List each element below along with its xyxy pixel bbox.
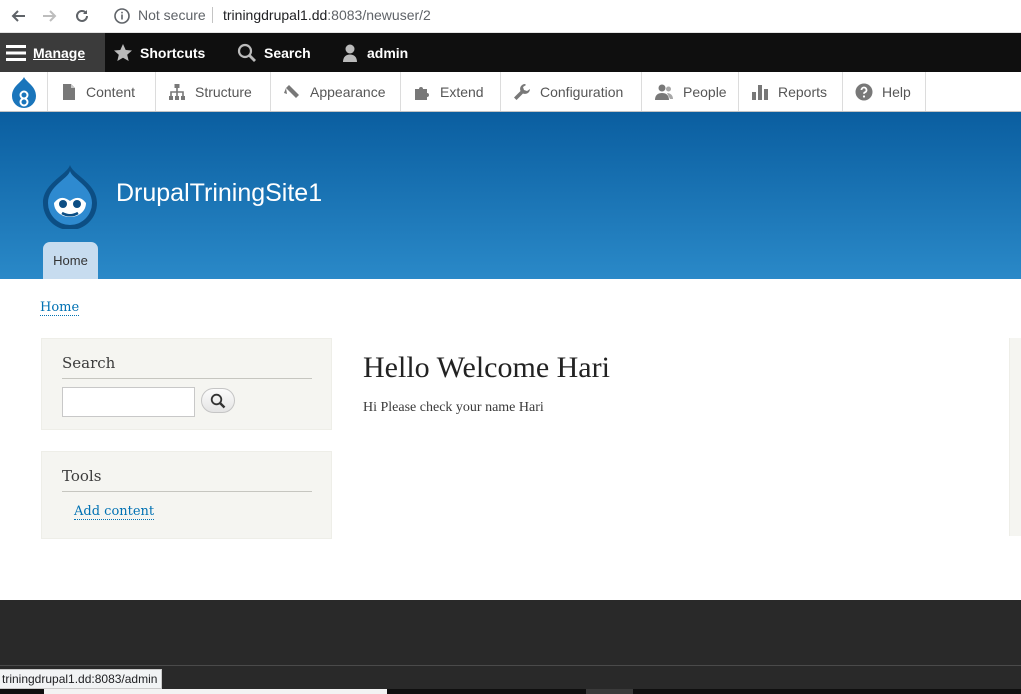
people-icon	[655, 84, 673, 100]
site-header: DrupalTriningSite1 Home	[0, 112, 1021, 279]
browser-bar: Not secure triningdrupal1.dd:8083/newuse…	[0, 0, 1021, 33]
info-icon[interactable]	[113, 6, 133, 26]
browser-status-url: triningdrupal1.dd:8083/admin	[0, 669, 163, 689]
tools-block-title: Tools	[62, 467, 102, 485]
breadcrumb-home-link[interactable]: Home	[40, 300, 80, 316]
add-content-link[interactable]: Add content	[74, 504, 155, 520]
tools-block: Tools Add content	[41, 451, 332, 539]
tray-item-label: Extend	[440, 83, 484, 100]
star-icon	[114, 43, 132, 61]
url-host: triningdrupal1.dd	[223, 7, 328, 23]
user-label: admin	[367, 44, 409, 61]
taskbar-segment	[586, 689, 633, 694]
page-title: Hello Welcome Hari	[363, 351, 610, 384]
hamburger-icon	[6, 44, 26, 61]
url-path: :8083/newuser/2	[327, 7, 431, 23]
page-body-text: Hi Please check your name Hari	[363, 400, 544, 415]
shortcuts-label: Shortcuts	[140, 44, 206, 61]
tray-item-reports[interactable]: Reports	[739, 72, 843, 111]
address-bar-url[interactable]: triningdrupal1.dd:8083/newuser/2	[223, 7, 431, 23]
tray-item-help[interactable]: Help	[843, 72, 926, 111]
tray-item-label: Appearance	[310, 83, 386, 100]
block-divider	[62, 378, 312, 379]
url-separator	[212, 7, 213, 23]
tray-item-label: Configuration	[540, 83, 624, 100]
right-sidebar-edge	[1009, 338, 1021, 536]
footer-divider	[0, 665, 1021, 666]
wrench-icon	[514, 83, 530, 100]
security-label[interactable]: Not secure	[138, 7, 206, 23]
search-label: Search	[264, 44, 311, 61]
tray-item-content[interactable]: Content	[49, 72, 156, 111]
tray-item-label: Structure	[195, 83, 252, 100]
user-icon	[343, 44, 357, 62]
search-block: Search	[41, 338, 332, 430]
tray-item-label: People	[683, 83, 727, 100]
manage-label: Manage	[33, 44, 86, 61]
tray-item-label: Reports	[778, 83, 828, 100]
drupal-drop-logo-icon[interactable]	[40, 163, 100, 230]
bar-chart-icon	[752, 84, 768, 100]
admin-toolbar: Manage Shortcuts Search admin	[0, 33, 1021, 72]
search-icon	[210, 393, 226, 408]
drupal-logo-icon[interactable]	[0, 72, 48, 111]
manage-tab[interactable]: Manage	[0, 33, 105, 72]
tray-item-appearance[interactable]: Appearance	[271, 72, 401, 111]
forward-arrow-icon[interactable]	[39, 6, 61, 26]
question-icon	[855, 83, 873, 100]
tray-item-configuration[interactable]: Configuration	[501, 72, 642, 111]
tray-item-people[interactable]: People	[642, 72, 739, 111]
sitemap-icon	[169, 83, 185, 100]
back-arrow-icon[interactable]	[7, 6, 29, 26]
block-divider	[62, 491, 312, 492]
puzzle-icon	[415, 86, 429, 100]
search-icon	[237, 43, 256, 62]
tray-item-label: Content	[86, 83, 136, 100]
tray-item-extend[interactable]: Extend	[401, 72, 501, 111]
reload-icon[interactable]	[71, 6, 93, 26]
taskbar-segment	[44, 689, 387, 694]
home-tab[interactable]: Home	[43, 242, 98, 279]
file-icon	[63, 83, 75, 100]
tray-item-structure[interactable]: Structure	[156, 72, 271, 111]
search-input[interactable]	[62, 387, 195, 417]
search-block-title: Search	[62, 354, 116, 372]
taskbar-strip	[0, 689, 1021, 694]
site-name[interactable]: DrupalTriningSite1	[116, 179, 322, 208]
brush-icon	[284, 84, 299, 98]
user-tab[interactable]: admin	[340, 33, 408, 72]
tray-item-label: Help	[882, 83, 911, 100]
shortcuts-tab[interactable]: Shortcuts	[113, 33, 205, 72]
search-tab[interactable]: Search	[237, 33, 311, 72]
admin-tray: Content Structure Appearance Extend Conf…	[0, 72, 1021, 112]
search-submit-button[interactable]	[201, 388, 235, 413]
